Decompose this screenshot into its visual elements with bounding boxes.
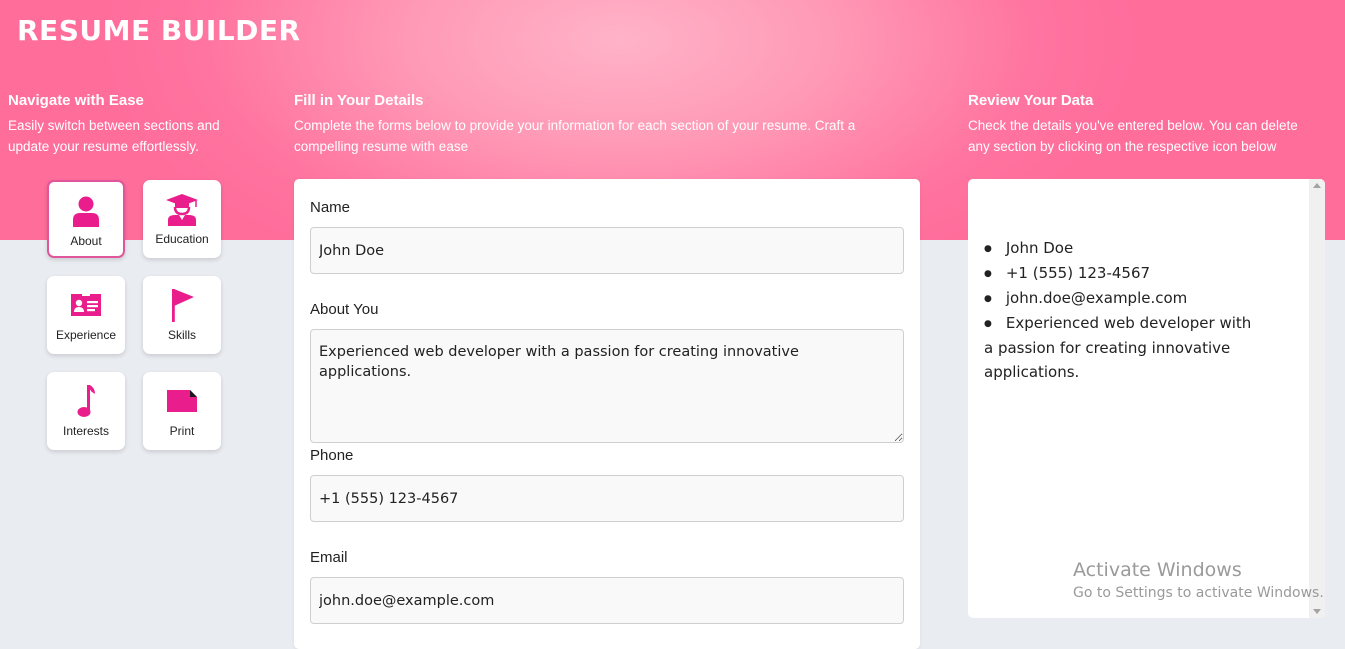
tile-label: Interests <box>62 424 110 438</box>
tile-interests[interactable]: Interests <box>47 372 125 450</box>
tile-label: Skills <box>167 328 196 342</box>
id-card-icon <box>70 288 102 322</box>
nav-description: Easily switch between sections and updat… <box>8 118 220 154</box>
flag-icon <box>169 288 195 322</box>
name-label: Name <box>310 199 351 216</box>
tile-label: Print <box>169 424 195 438</box>
scroll-up-arrow-icon[interactable] <box>1313 183 1321 188</box>
person-icon <box>71 194 101 228</box>
watermark-subtitle: Go to Settings to activate Windows. <box>1073 585 1324 601</box>
phone-label: Phone <box>310 447 354 464</box>
tile-print[interactable]: Print <box>143 372 221 450</box>
review-header: Review Your Data Check the details you'v… <box>968 92 1318 157</box>
activation-watermark: Activate Windows Go to Settings to activ… <box>1073 559 1324 605</box>
review-item-phone: +1 (555) 123-4567 <box>984 261 1264 286</box>
about-label: About You <box>310 301 379 318</box>
nav-heading: Navigate with Ease <box>8 92 144 109</box>
tile-skills[interactable]: Skills <box>143 276 221 354</box>
phone-input[interactable] <box>310 475 904 522</box>
document-icon <box>166 384 198 418</box>
form-header: Fill in Your Details Complete the forms … <box>294 92 894 157</box>
review-description: Check the details you've entered below. … <box>968 118 1298 154</box>
review-scrollbar[interactable] <box>1309 179 1325 618</box>
app-title: RESUME BUILDER <box>17 14 301 47</box>
tile-experience[interactable]: Experience <box>47 276 125 354</box>
email-input[interactable] <box>310 577 904 624</box>
tile-label: Education <box>155 232 209 246</box>
form-heading: Fill in Your Details <box>294 92 424 109</box>
scroll-down-arrow-icon[interactable] <box>1313 609 1321 614</box>
music-note-icon <box>75 384 97 418</box>
review-item-email: john.doe@example.com <box>984 286 1264 311</box>
details-form: Name About You Experienced web developer… <box>294 179 920 649</box>
form-description: Complete the forms below to provide your… <box>294 118 856 154</box>
review-list: John Doe +1 (555) 123-4567 john.doe@exam… <box>984 236 1264 384</box>
tile-about[interactable]: About <box>47 180 125 258</box>
name-input[interactable] <box>310 227 904 274</box>
about-textarea[interactable]: Experienced web developer with a passion… <box>310 329 904 443</box>
tile-label: About <box>70 234 102 248</box>
review-item-about: Experienced web developer with a passion… <box>984 311 1264 384</box>
review-item-name: John Doe <box>984 236 1264 261</box>
review-heading: Review Your Data <box>968 92 1094 109</box>
review-panel: John Doe +1 (555) 123-4567 john.doe@exam… <box>968 179 1325 618</box>
tile-label: Experience <box>55 328 117 342</box>
scroll-thumb[interactable] <box>1311 193 1323 603</box>
email-label: Email <box>310 549 348 566</box>
graduate-icon <box>165 192 199 226</box>
tile-education[interactable]: Education <box>143 180 221 258</box>
nav-header: Navigate with Ease Easily switch between… <box>8 92 248 157</box>
watermark-title: Activate Windows <box>1073 559 1242 581</box>
